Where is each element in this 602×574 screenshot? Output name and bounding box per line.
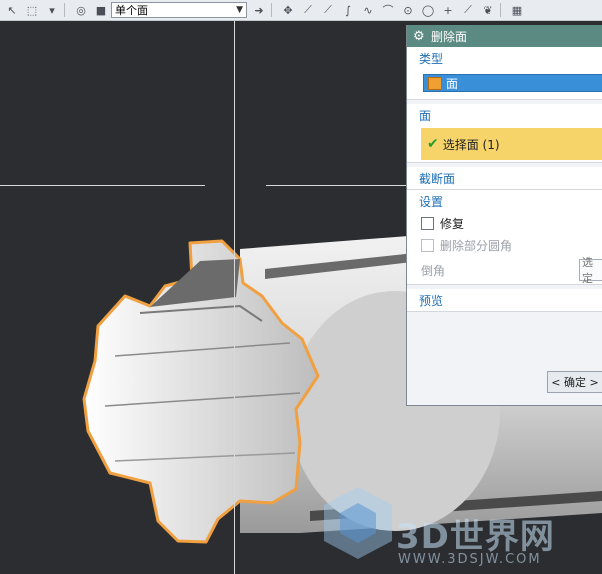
selection-filter-value: 单个面 <box>115 4 148 17</box>
settings-section: 设置 修复 删除部分圆角 倒角 选定 <box>407 190 602 285</box>
section-header-settings[interactable]: 设置 <box>407 190 602 212</box>
select-face-button[interactable]: ✔ 选择面 (1) <box>421 128 602 160</box>
plus-icon[interactable]: + <box>440 2 456 18</box>
delete-partial-checkbox <box>421 238 434 252</box>
chamfer-label: 倒角 <box>421 263 446 278</box>
section-header-face[interactable]: 面 <box>407 104 602 126</box>
line2-icon[interactable]: ⟋ <box>320 2 336 18</box>
gear-icon[interactable]: ⚙ <box>413 29 431 44</box>
ok-button[interactable]: < 确定 > <box>547 371 602 393</box>
grid-icon[interactable]: ▦ <box>509 2 525 18</box>
toolbar-divider <box>500 3 501 17</box>
crosshair-horizontal <box>0 185 205 186</box>
forward-arrow-icon[interactable]: ➜ <box>251 2 267 18</box>
diagonal-icon[interactable]: ⟋ <box>460 2 476 18</box>
watermark-url: WWW.3DSJW.COM <box>398 552 542 567</box>
watermark-cube-logo <box>324 487 392 559</box>
repair-checkbox[interactable] <box>421 216 434 230</box>
toolbar-divider <box>271 3 272 17</box>
box-select-icon[interactable]: ⬚ <box>24 2 40 18</box>
dialog-title: 删除面 <box>431 29 468 44</box>
type-section: 类型 面 <box>407 47 602 100</box>
type-select[interactable]: 面 <box>423 74 602 92</box>
chevron-down-icon: ▼ <box>236 5 243 15</box>
target-icon[interactable]: ◯ <box>420 2 436 18</box>
node-icon[interactable]: ∿ <box>360 2 376 18</box>
repair-option[interactable]: 修复 <box>407 212 602 234</box>
line-icon[interactable]: ⟋ <box>300 2 316 18</box>
arc-icon[interactable]: ⌒ <box>380 2 396 18</box>
snap-point-icon[interactable]: ✥ <box>280 2 296 18</box>
section-header-preview[interactable]: 预览 <box>407 289 602 311</box>
curve-icon[interactable]: ∫ <box>340 2 356 18</box>
pointer-icon[interactable]: ↖ <box>4 2 20 18</box>
section-header-cut-face[interactable]: 截断面 <box>407 167 602 189</box>
dropdown-icon[interactable]: ▾ <box>44 2 60 18</box>
repair-label: 修复 <box>440 216 465 231</box>
crosshair-vertical <box>234 21 235 574</box>
cube-icon[interactable]: ■ <box>93 2 109 18</box>
toolbar-divider <box>64 3 65 17</box>
type-value: 面 <box>446 76 459 91</box>
delete-partial-option: 删除部分圆角 <box>407 234 602 256</box>
watermark-brand: 3D世界网 <box>396 517 555 557</box>
chamfer-row: 倒角 选定 <box>407 256 602 285</box>
render-icon[interactable]: ◎ <box>73 2 89 18</box>
delete-face-dialog: ⚙ 删除面 类型 面 面 ✔ 选择面 (1) 截断面 设置 修复 删除部分圆角 … <box>406 25 602 406</box>
crosshair-horizontal <box>266 185 416 186</box>
checkmark-icon: ✔ <box>427 136 439 152</box>
section-header-type[interactable]: 类型 <box>407 47 602 69</box>
chamfer-select-button[interactable]: 选定 <box>579 256 602 285</box>
select-face-label: 选择面 (1) <box>442 137 500 152</box>
face-section: 面 ✔ 选择面 (1) <box>407 104 602 163</box>
cube-icon <box>428 76 442 90</box>
circle-icon[interactable]: ⊙ <box>400 2 416 18</box>
preview-section: 预览 <box>407 289 602 312</box>
dialog-title-bar[interactable]: ⚙ 删除面 <box>407 25 602 47</box>
delete-partial-label: 删除部分圆角 <box>440 238 513 253</box>
selection-filter-select[interactable]: 单个面 ▼ <box>111 2 247 18</box>
main-toolbar: ↖ ⬚ ▾ ◎ ■ 单个面 ▼ ➜ ✥ ⟋ ⟋ ∫ ∿ ⌒ ⊙ ◯ + ⟋ ❦ … <box>0 0 602 21</box>
leaf-icon[interactable]: ❦ <box>480 2 496 18</box>
cut-face-section: 截断面 <box>407 167 602 190</box>
